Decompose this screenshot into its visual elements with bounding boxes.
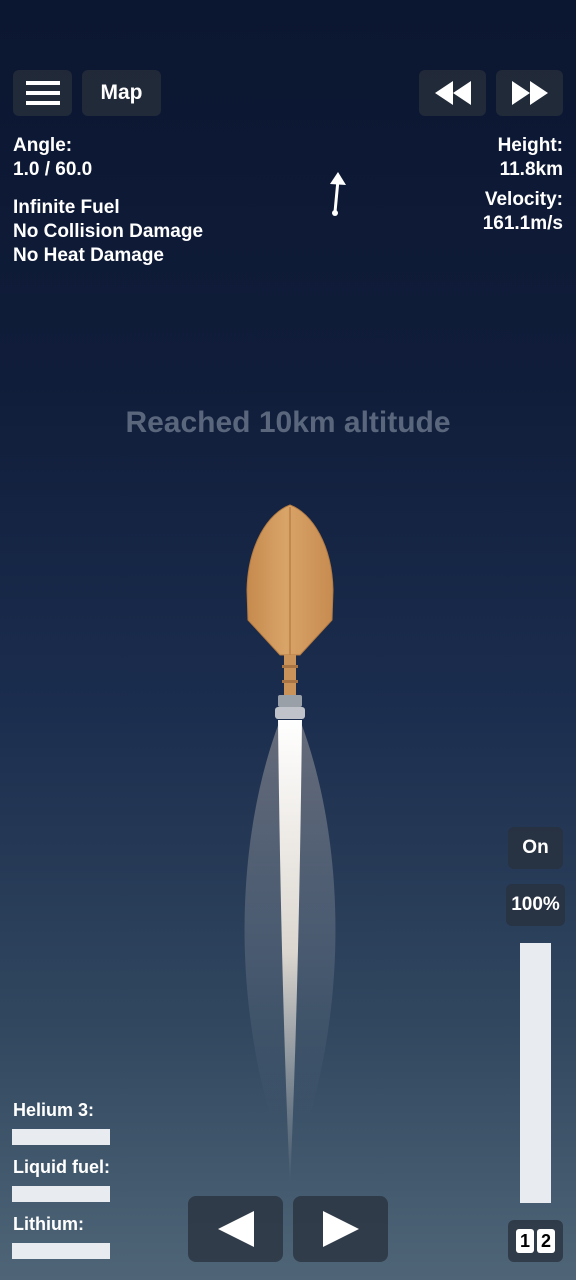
resource-lithium-label: Lithium:: [13, 1214, 84, 1234]
resource-liquid-fuel-fill: [12, 1186, 110, 1202]
throttle-percent-display: 100%: [506, 884, 565, 926]
cheat-infinite-fuel: Infinite Fuel: [13, 197, 120, 218]
resource-lithium-gauge: [12, 1243, 110, 1259]
rotate-right-icon: [322, 1211, 359, 1247]
cheat-no-heat-damage: No Heat Damage: [13, 245, 164, 266]
fast-forward-icon: [511, 81, 548, 105]
direction-arrow-icon: [330, 172, 346, 216]
resource-helium3-label: Helium 3:: [13, 1100, 95, 1120]
rewind-icon: [434, 81, 471, 105]
resource-helium3-fill: [12, 1129, 110, 1145]
velocity-value: 161.1m/s: [482, 213, 563, 234]
throttle-percent-label: 100%: [511, 894, 560, 915]
rewind-button[interactable]: [419, 70, 486, 116]
rotate-left-button[interactable]: [188, 1196, 283, 1262]
altitude-message: Reached 10km altitude: [125, 406, 451, 439]
fast-forward-button[interactable]: [496, 70, 563, 116]
engine-state-label: On: [522, 837, 549, 858]
resource-liquid-fuel-gauge: [12, 1186, 110, 1202]
rotate-left-icon: [217, 1211, 254, 1247]
hamburger-icon: [25, 81, 60, 105]
resource-helium3-gauge: [12, 1129, 110, 1145]
map-label: Map: [100, 81, 143, 104]
engine-toggle-button[interactable]: On: [508, 827, 563, 869]
angle-label: Angle:: [13, 135, 73, 156]
rocket: [244, 504, 336, 1185]
height-value: 11.8km: [499, 159, 563, 180]
resource-liquid-fuel-label: Liquid fuel:: [13, 1157, 110, 1177]
throttle-slider[interactable]: [520, 943, 551, 1203]
map-button[interactable]: Map: [82, 70, 161, 116]
height-label: Height:: [497, 135, 563, 156]
throttle-fill: [520, 943, 551, 1203]
menu-button[interactable]: [13, 70, 72, 116]
resource-lithium-fill: [12, 1243, 110, 1259]
velocity-label: Velocity:: [484, 189, 563, 210]
angle-value: 1.0 / 60.0: [13, 159, 93, 180]
stage-digit-2: 2: [537, 1229, 555, 1253]
stage-indicator[interactable]: 1 2: [508, 1220, 563, 1262]
cheat-no-collision-damage: No Collision Damage: [13, 221, 204, 242]
rotate-right-button[interactable]: [293, 1196, 388, 1262]
stage-digit-1: 1: [516, 1229, 534, 1253]
